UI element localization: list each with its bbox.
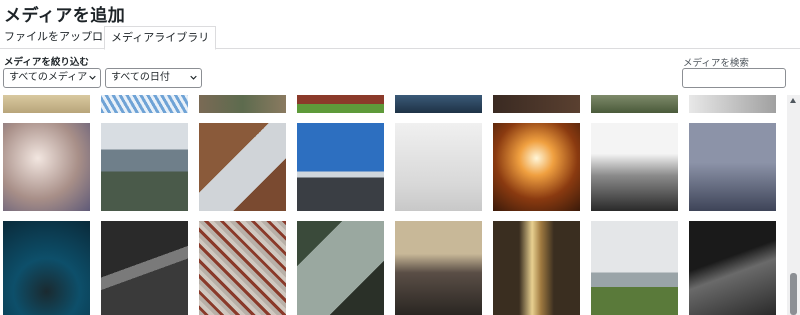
media-thumbnail-escalator[interactable] <box>493 221 580 315</box>
scroll-up-arrow-icon[interactable] <box>790 98 796 103</box>
media-thumbnail-farm-mountain[interactable] <box>591 221 678 315</box>
media-tabs: ファイルをアップロード メディアライブラリ <box>0 26 800 50</box>
media-thumbnail-lake-feet[interactable] <box>395 95 482 113</box>
media-thumbnail-ferris-wheel[interactable] <box>101 95 188 113</box>
media-thumbnail-underwater-swimmer[interactable] <box>3 221 90 315</box>
media-thumbnail-dry-grass[interactable] <box>3 95 90 113</box>
media-thumbnail-highway-windmills[interactable] <box>297 123 384 211</box>
media-thumbnail-ereader[interactable] <box>297 221 384 315</box>
media-grid <box>0 95 785 315</box>
media-thumbnail-misty-forest[interactable] <box>591 123 678 211</box>
media-thumbnail-white-desk[interactable] <box>395 123 482 211</box>
chevron-down-icon <box>190 75 197 80</box>
chevron-down-icon <box>89 75 96 80</box>
media-thumbnail-hand-coffee[interactable] <box>3 123 90 211</box>
media-thumbnail-love-locks[interactable] <box>199 221 286 315</box>
filter-label: メディアを絞り込む <box>4 57 89 68</box>
search-label: メディアを検索 <box>683 58 749 69</box>
media-thumbnail-sewing-machine[interactable] <box>689 221 776 315</box>
media-thumbnail-ocean-fog[interactable] <box>689 123 776 211</box>
media-thumbnail-red-brick-grass[interactable] <box>297 95 384 113</box>
media-thumbnail-mountain-dusk[interactable] <box>395 221 482 315</box>
grid-scrollbar[interactable] <box>787 95 800 315</box>
media-thumbnail-building-spiral[interactable] <box>493 123 580 211</box>
tab-media-library[interactable]: メディアライブラリ <box>104 26 217 50</box>
modal-title: メディアを追加 <box>4 6 126 26</box>
scrollbar-thumb[interactable] <box>790 273 797 315</box>
media-type-value: すべてのメディア <box>9 72 88 83</box>
media-thumbnail-dark-wood[interactable] <box>493 95 580 113</box>
media-thumbnail-laptop-keys[interactable] <box>689 95 776 113</box>
date-select[interactable]: すべての日付 <box>105 68 202 88</box>
media-thumbnail-mountain-lake[interactable] <box>101 123 188 211</box>
search-input[interactable] <box>682 68 786 88</box>
media-thumbnail-laptop-desk[interactable] <box>199 123 286 211</box>
date-value: すべての日付 <box>111 72 170 83</box>
media-thumbnail-hillside[interactable] <box>591 95 678 113</box>
media-type-select[interactable]: すべてのメディア <box>3 68 101 88</box>
media-thumbnail-rocky-ground[interactable] <box>199 95 286 113</box>
media-thumbnail-forest-road[interactable] <box>101 221 188 315</box>
